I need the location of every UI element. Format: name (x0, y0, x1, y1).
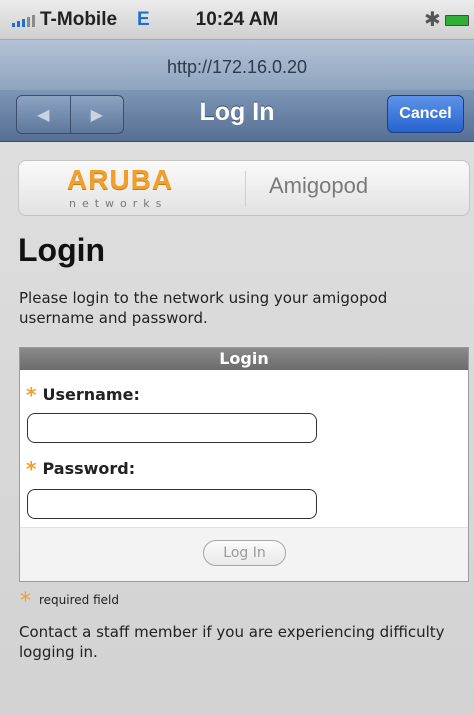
url-text: http://172.16.0.20 (166, 57, 308, 77)
navigation-bar: ◀ ▶ Log In Cancel (0, 90, 474, 142)
intro-text: Please login to the network using your a… (19, 289, 388, 327)
battery-icon (445, 15, 469, 26)
contact-text: Contact a staff member if you are experi… (19, 623, 445, 661)
required-field-text: required field (39, 593, 119, 607)
page-title: Login (18, 232, 106, 268)
required-marker: * (26, 383, 37, 407)
required-field-note: * required field (20, 585, 119, 614)
clock: 10:24 AM (195, 9, 279, 30)
login-form: Login * Username: * Password: Log In (19, 347, 469, 582)
url-bar[interactable]: http://172.16.0.20 (0, 40, 474, 90)
page-content: ARUBA networks Amigopod Login Please log… (0, 142, 474, 715)
bluetooth-icon: ✱ (424, 9, 441, 31)
login-button[interactable]: Log In (203, 540, 286, 566)
password-label: * Password: (26, 455, 136, 481)
form-header: Login (20, 348, 468, 370)
aruba-logo: ARUBA (67, 164, 174, 195)
password-input[interactable] (27, 489, 317, 519)
cancel-button[interactable]: Cancel (387, 95, 464, 133)
username-input[interactable] (27, 413, 317, 443)
amigopod-logo: Amigopod (269, 173, 369, 198)
required-marker: * (26, 457, 37, 481)
password-label-text: Password: (42, 459, 136, 478)
username-label: * Username: (26, 381, 140, 407)
required-marker: * (20, 589, 31, 614)
aruba-logo-subtitle: networks (69, 197, 168, 210)
username-label-text: Username: (42, 385, 140, 404)
form-footer: Log In (20, 527, 468, 581)
status-bar: T-Mobile E 10:24 AM ✱ (0, 0, 474, 40)
logo-banner: ARUBA networks Amigopod (18, 160, 470, 216)
logo-divider (245, 171, 246, 207)
